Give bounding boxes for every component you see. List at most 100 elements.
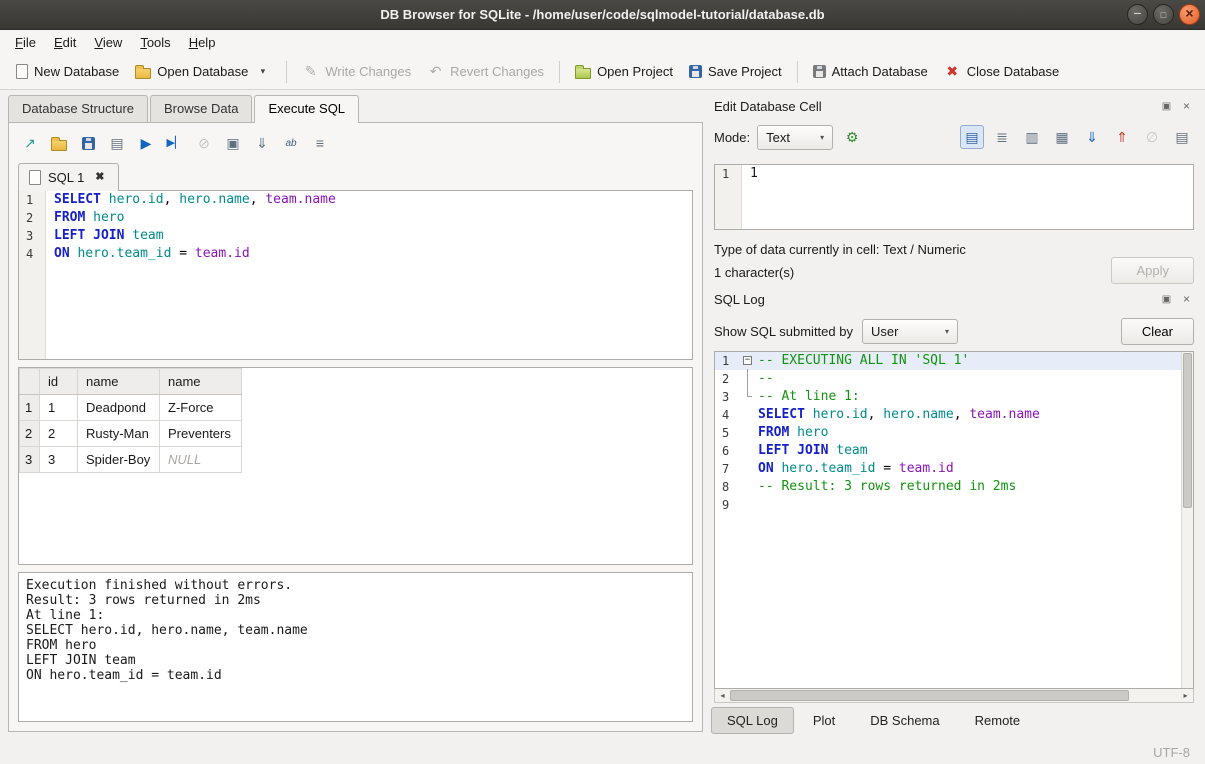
copy-button[interactable]: ▥ <box>1020 125 1044 149</box>
scroll-left-icon[interactable]: ◂ <box>715 691 730 700</box>
titlebar[interactable]: DB Browser for SQLite - /home/user/code/… <box>0 0 1205 30</box>
cell[interactable]: 1 <box>40 395 78 421</box>
apply-format-button[interactable]: ⚙ <box>840 125 864 149</box>
app-window: DB Browser for SQLite - /home/user/code/… <box>0 0 1205 764</box>
execute-line-icon: ▶▏ <box>167 135 184 152</box>
cell[interactable]: Rusty-Man <box>78 421 160 447</box>
save-sql-file-button[interactable] <box>76 131 100 155</box>
code-token: hero.name <box>883 407 953 422</box>
find-replace-button[interactable]: ab <box>279 131 303 155</box>
new-database-icon <box>16 64 28 79</box>
attach-database-button[interactable]: Attach Database <box>805 59 936 84</box>
menu-item-view[interactable]: View <box>85 32 131 53</box>
tab-browse-data[interactable]: Browse Data <box>150 95 252 122</box>
dock-tab-sql-log[interactable]: SQL Log <box>711 707 794 734</box>
code-token: = <box>171 246 194 261</box>
cell[interactable]: Spider-Boy <box>78 447 160 473</box>
save-project-icon <box>689 65 702 78</box>
dock-close-button[interactable]: × <box>1179 99 1194 114</box>
open-tab-button[interactable]: ↗ <box>18 131 42 155</box>
cell[interactable]: Z-Force <box>160 395 242 421</box>
sql-log-line: 3-- At line 1: <box>715 388 1193 406</box>
column-header-id[interactable]: id <box>40 369 78 395</box>
line-number: 9 <box>715 496 741 514</box>
sql-tab[interactable]: SQL 1✖ <box>18 163 119 191</box>
tab-execute-sql[interactable]: Execute SQL <box>254 95 359 123</box>
execute-line-button[interactable]: ▶▏ <box>163 131 187 155</box>
export-cell-icon: ⇑ <box>1114 129 1131 146</box>
dropdown-caret-icon[interactable]: ▾ <box>254 63 271 80</box>
export-cell-button[interactable]: ⇑ <box>1110 125 1134 149</box>
menu-item-file[interactable]: File <box>6 32 45 53</box>
scrollbar-track[interactable] <box>730 689 1178 702</box>
line-number: 1 <box>19 191 45 209</box>
sql-log-lines: 1−-- EXECUTING ALL IN 'SQL 1'2--3-- At l… <box>715 352 1193 514</box>
dock-float-button[interactable]: ▣ <box>1159 99 1174 114</box>
menu-item-tools[interactable]: Tools <box>131 32 179 53</box>
dock-float-button[interactable]: ▣ <box>1159 292 1174 307</box>
cell[interactable]: Deadpond <box>78 395 160 421</box>
cell-info-lines: Type of data currently in cell: Text / N… <box>714 238 1111 284</box>
code-token <box>101 192 109 207</box>
close-tab-icon[interactable]: ✖ <box>91 169 108 186</box>
cell[interactable]: NULL <box>160 447 242 473</box>
print-button[interactable]: ▤ <box>105 131 129 155</box>
table-row: 33Spider-BoyNULL <box>20 447 242 473</box>
execute-all-button[interactable]: ▶ <box>134 131 158 155</box>
scrollbar-thumb[interactable] <box>730 690 1129 701</box>
horizontal-scrollbar[interactable]: ◂ ▸ <box>714 689 1194 703</box>
cell-editor[interactable]: 1 1 <box>714 164 1194 230</box>
window-controls: −□× <box>1127 4 1200 25</box>
vertical-scrollbar[interactable] <box>1181 352 1193 688</box>
text-mode-button[interactable]: ▤ <box>960 125 984 149</box>
paste-button[interactable]: ▦ <box>1050 125 1074 149</box>
dock-close-button[interactable]: × <box>1179 292 1194 307</box>
column-header-name[interactable]: name <box>78 369 160 395</box>
import-button[interactable]: ⇓ <box>1080 125 1104 149</box>
set-null-button[interactable]: ∅ <box>1140 125 1164 149</box>
code-token: hero.team_id <box>77 246 171 261</box>
open-sql-file-button[interactable] <box>47 131 71 155</box>
menu-item-edit[interactable]: Edit <box>45 32 85 53</box>
scroll-right-icon[interactable]: ▸ <box>1178 691 1193 700</box>
close-database-button[interactable]: ✖Close Database <box>936 58 1068 85</box>
format-button[interactable]: ≡ <box>308 131 332 155</box>
open-database-button[interactable]: Open Database▾ <box>127 58 279 85</box>
sql-log-dock-header: SQL Log ▣× <box>711 288 1197 311</box>
sql-editor[interactable]: 1SELECT hero.id, hero.name, team.name2FR… <box>18 190 693 360</box>
code-text: ON hero.team_id = team.id <box>45 245 250 263</box>
mode-select[interactable]: Text ▾ <box>757 125 833 150</box>
submitter-select[interactable]: User ▾ <box>862 319 958 344</box>
clear-button[interactable]: Clear <box>1121 318 1194 345</box>
dock-tab-plot[interactable]: Plot <box>797 707 851 734</box>
minimize-button[interactable]: − <box>1127 4 1148 25</box>
detach-tab-button[interactable]: ▣ <box>221 131 245 155</box>
menu-item-help[interactable]: Help <box>180 32 225 53</box>
print-cell-button[interactable]: ▤ <box>1170 125 1194 149</box>
new-database-button[interactable]: New Database <box>8 59 127 84</box>
cell[interactable]: Preventers <box>160 421 242 447</box>
close-button[interactable]: × <box>1179 4 1200 25</box>
revert-changes-button[interactable]: ↶Revert Changes <box>419 58 552 85</box>
tab-database-structure[interactable]: Database Structure <box>8 95 148 122</box>
write-changes-button[interactable]: ✎Write Changes <box>294 58 419 85</box>
column-header-name[interactable]: name <box>160 369 242 395</box>
cell[interactable]: 3 <box>40 447 78 473</box>
write-changes-icon: ✎ <box>302 63 319 80</box>
stop-button[interactable]: ⊘ <box>192 131 216 155</box>
code-token: -- <box>758 371 774 386</box>
fold-collapse-icon[interactable]: − <box>743 356 752 365</box>
line-number: 3 <box>715 388 741 406</box>
maximize-button[interactable]: □ <box>1153 4 1174 25</box>
apply-button[interactable]: Apply <box>1111 257 1194 284</box>
cell[interactable]: 2 <box>40 421 78 447</box>
save-project-button[interactable]: Save Project <box>681 59 790 84</box>
wrap-lines-button[interactable]: ≣ <box>990 125 1014 149</box>
dock-tab-db-schema[interactable]: DB Schema <box>854 707 955 734</box>
export-button[interactable]: ⇓ <box>250 131 274 155</box>
open-project-button[interactable]: Open Project <box>567 59 681 84</box>
window-title: DB Browser for SQLite - /home/user/code/… <box>0 7 1205 22</box>
dock-tab-remote[interactable]: Remote <box>959 707 1037 734</box>
scrollbar-thumb[interactable] <box>1183 353 1192 508</box>
open-database-icon <box>135 68 151 79</box>
